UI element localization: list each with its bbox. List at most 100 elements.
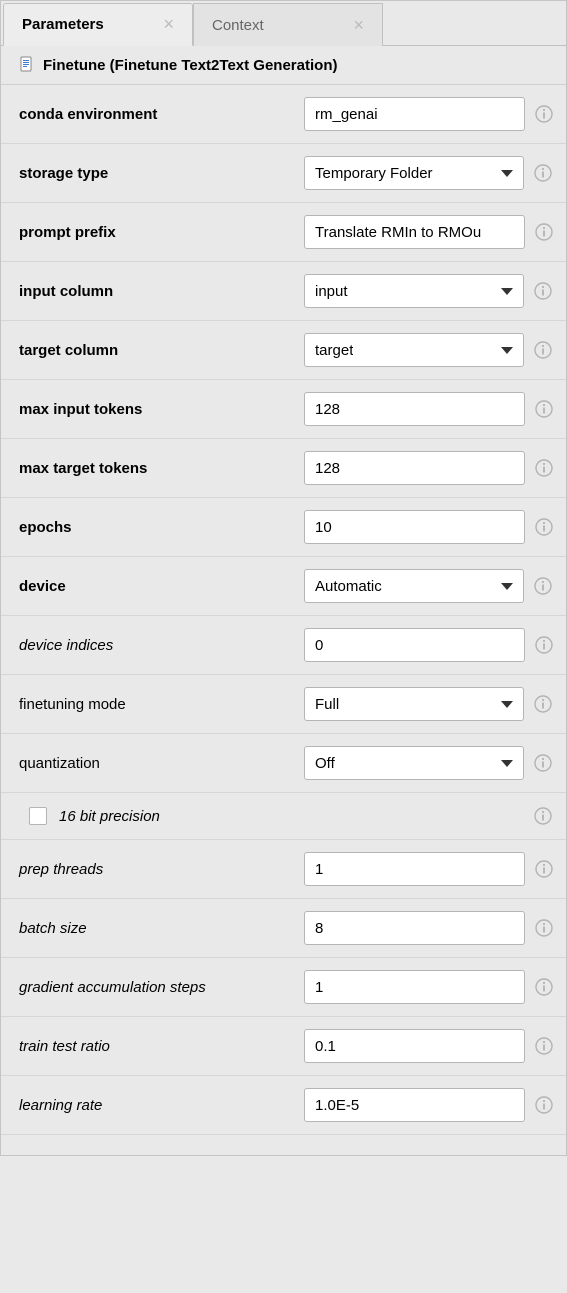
input-column-select[interactable]: input [304, 274, 524, 308]
control-wrap [304, 1088, 553, 1122]
label-finetuning-mode: finetuning mode [19, 696, 294, 713]
row-quantization: quantization Off [1, 734, 566, 793]
label-learning-rate: learning rate [19, 1097, 294, 1114]
row-conda-environment: conda environment [1, 85, 566, 144]
row-train-test-ratio: train test ratio [1, 1017, 566, 1076]
prep-threads-input[interactable] [304, 852, 525, 886]
info-icon[interactable] [535, 919, 553, 937]
label-prep-threads: prep threads [19, 861, 294, 878]
device-value: Automatic [315, 578, 382, 595]
row-finetuning-mode: finetuning mode Full [1, 675, 566, 734]
target-column-value: target [315, 342, 353, 359]
row-max-target-tokens: max target tokens [1, 439, 566, 498]
info-icon[interactable] [535, 459, 553, 477]
control-wrap [304, 852, 553, 886]
info-icon[interactable] [535, 978, 553, 996]
info-icon[interactable] [534, 695, 552, 713]
control-wrap: Full [304, 687, 552, 721]
control-wrap [304, 215, 553, 249]
row-input-column: input column input [1, 262, 566, 321]
row-target-column: target column target [1, 321, 566, 380]
label-storage-type: storage type [19, 165, 294, 182]
conda-environment-input[interactable] [304, 97, 525, 131]
row-16bit-precision: 16 bit precision [1, 793, 566, 840]
label-target-column: target column [19, 342, 294, 359]
info-icon[interactable] [535, 860, 553, 878]
label-epochs: epochs [19, 519, 294, 536]
info-icon[interactable] [535, 400, 553, 418]
tabs-bar: Parameters × Context × [1, 1, 566, 46]
label-prompt-prefix: prompt prefix [19, 224, 294, 241]
row-device: device Automatic [1, 557, 566, 616]
batch-size-input[interactable] [304, 911, 525, 945]
label-max-target-tokens: max target tokens [19, 460, 294, 477]
learning-rate-input[interactable] [304, 1088, 525, 1122]
quantization-select[interactable]: Off [304, 746, 524, 780]
document-icon [19, 56, 35, 74]
gradient-accum-steps-input[interactable] [304, 970, 525, 1004]
info-icon[interactable] [534, 577, 552, 595]
row-learning-rate: learning rate [1, 1076, 566, 1135]
checkbox-group: 16 bit precision [29, 807, 160, 825]
info-icon[interactable] [534, 282, 552, 300]
parameter-rows: conda environment storage type Temporary… [1, 85, 566, 1135]
control-wrap [304, 510, 553, 544]
info-icon[interactable] [534, 164, 552, 182]
control-wrap: target [304, 333, 552, 367]
row-gradient-accum-steps: gradient accumulation steps [1, 958, 566, 1017]
finetuning-mode-value: Full [315, 696, 339, 713]
row-prompt-prefix: prompt prefix [1, 203, 566, 262]
epochs-input[interactable] [304, 510, 525, 544]
chevron-down-icon [501, 760, 513, 767]
info-icon[interactable] [535, 223, 553, 241]
info-icon[interactable] [535, 1096, 553, 1114]
control-wrap [304, 628, 553, 662]
storage-type-select[interactable]: Temporary Folder [304, 156, 524, 190]
tab-parameters[interactable]: Parameters × [3, 3, 193, 46]
prompt-prefix-input[interactable] [304, 215, 525, 249]
subtitle-text: Finetune (Finetune Text2Text Generation) [43, 57, 337, 74]
device-select[interactable]: Automatic [304, 569, 524, 603]
close-icon[interactable]: × [163, 14, 174, 35]
label-device-indices: device indices [19, 637, 294, 654]
info-icon[interactable] [534, 807, 552, 825]
control-wrap [304, 1029, 553, 1063]
row-batch-size: batch size [1, 899, 566, 958]
label-max-input-tokens: max input tokens [19, 401, 294, 418]
precision-16bit-checkbox[interactable] [29, 807, 47, 825]
row-epochs: epochs [1, 498, 566, 557]
close-icon[interactable]: × [353, 15, 364, 36]
label-device: device [19, 578, 294, 595]
tab-context-label: Context [212, 17, 264, 34]
max-input-tokens-input[interactable] [304, 392, 525, 426]
panel-subtitle: Finetune (Finetune Text2Text Generation) [1, 46, 566, 85]
storage-type-value: Temporary Folder [315, 165, 433, 182]
control-wrap: Temporary Folder [304, 156, 552, 190]
label-16bit-precision: 16 bit precision [59, 808, 160, 825]
chevron-down-icon [501, 288, 513, 295]
control-wrap [304, 97, 553, 131]
control-wrap: Automatic [304, 569, 552, 603]
chevron-down-icon [501, 701, 513, 708]
target-column-select[interactable]: target [304, 333, 524, 367]
control-wrap: Off [304, 746, 552, 780]
info-icon[interactable] [535, 105, 553, 123]
finetuning-mode-select[interactable]: Full [304, 687, 524, 721]
tab-parameters-label: Parameters [22, 16, 104, 33]
info-icon[interactable] [534, 754, 552, 772]
chevron-down-icon [501, 347, 513, 354]
tab-context[interactable]: Context × [193, 3, 383, 46]
train-test-ratio-input[interactable] [304, 1029, 525, 1063]
info-icon[interactable] [534, 341, 552, 359]
info-icon[interactable] [535, 1037, 553, 1055]
control-wrap [304, 911, 553, 945]
info-icon[interactable] [535, 518, 553, 536]
label-quantization: quantization [19, 755, 294, 772]
device-indices-input[interactable] [304, 628, 525, 662]
row-prep-threads: prep threads [1, 840, 566, 899]
max-target-tokens-input[interactable] [304, 451, 525, 485]
control-wrap [304, 451, 553, 485]
control-wrap [304, 392, 553, 426]
chevron-down-icon [501, 170, 513, 177]
info-icon[interactable] [535, 636, 553, 654]
